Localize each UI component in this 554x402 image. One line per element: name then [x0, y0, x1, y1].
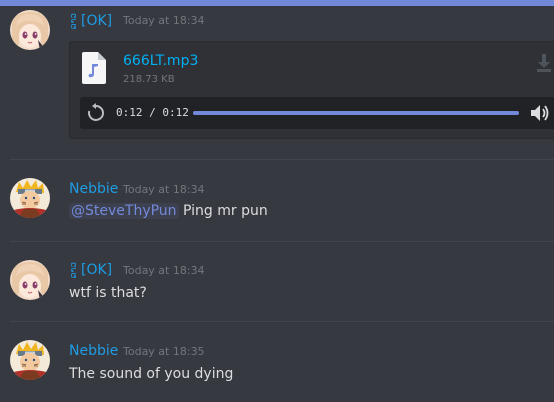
message-timestamp: Today at 18:34: [123, 14, 205, 27]
avatar-ok[interactable]: [10, 260, 50, 300]
message-text: Ping mr pun: [183, 203, 268, 219]
audio-player: 0:12 / 0:12: [80, 97, 554, 129]
message-divider: [10, 159, 554, 160]
progress-bar[interactable]: [193, 111, 519, 115]
anime-girl-avatar-icon: [10, 260, 50, 300]
author-name: [OK]: [81, 13, 113, 30]
replay-icon[interactable]: [86, 103, 106, 123]
message-text: The sound of you dying: [69, 366, 234, 382]
top-highlight-bar: [0, 0, 554, 6]
avatar-nebbie[interactable]: [10, 340, 50, 380]
playback-time: 0:12 / 0:12: [116, 106, 189, 119]
naruto-avatar-icon: [10, 178, 50, 218]
file-size: 218.73 KB: [123, 74, 175, 85]
message-author[interactable]: Nebbie: [69, 181, 118, 197]
message-author[interactable]: Nebbie: [69, 343, 118, 359]
file-name-link[interactable]: 666LT.mp3: [123, 52, 198, 70]
audio-attachment: 666LT.mp3 218.73 KB 0:12 / 0:12: [69, 41, 554, 139]
message-author[interactable]: ລາວ [OK]: [69, 262, 112, 278]
message-author[interactable]: ລາວ [OK]: [69, 13, 112, 29]
download-icon[interactable]: [536, 54, 552, 72]
user-mention[interactable]: @SteveThyPun: [69, 203, 179, 219]
author-prefix: ລາວ: [69, 13, 79, 30]
naruto-avatar-icon: [10, 340, 50, 380]
message-timestamp: Today at 18:34: [123, 264, 205, 277]
author-name: [OK]: [81, 262, 113, 279]
message-content: @SteveThyPun Ping mr pun: [69, 202, 268, 220]
message-divider: [10, 321, 554, 322]
avatar-nebbie[interactable]: [10, 178, 50, 218]
audio-file-icon: [82, 52, 106, 84]
message-text: wtf is that?: [69, 285, 147, 301]
volume-icon[interactable]: [530, 104, 550, 122]
message-timestamp: Today at 18:34: [123, 183, 205, 196]
anime-girl-avatar-icon: [10, 10, 50, 50]
author-prefix: ລາວ: [69, 262, 79, 279]
message-divider: [10, 241, 554, 242]
message-timestamp: Today at 18:35: [123, 345, 205, 358]
progress-fill: [193, 111, 519, 115]
avatar-ok[interactable]: [10, 10, 50, 50]
